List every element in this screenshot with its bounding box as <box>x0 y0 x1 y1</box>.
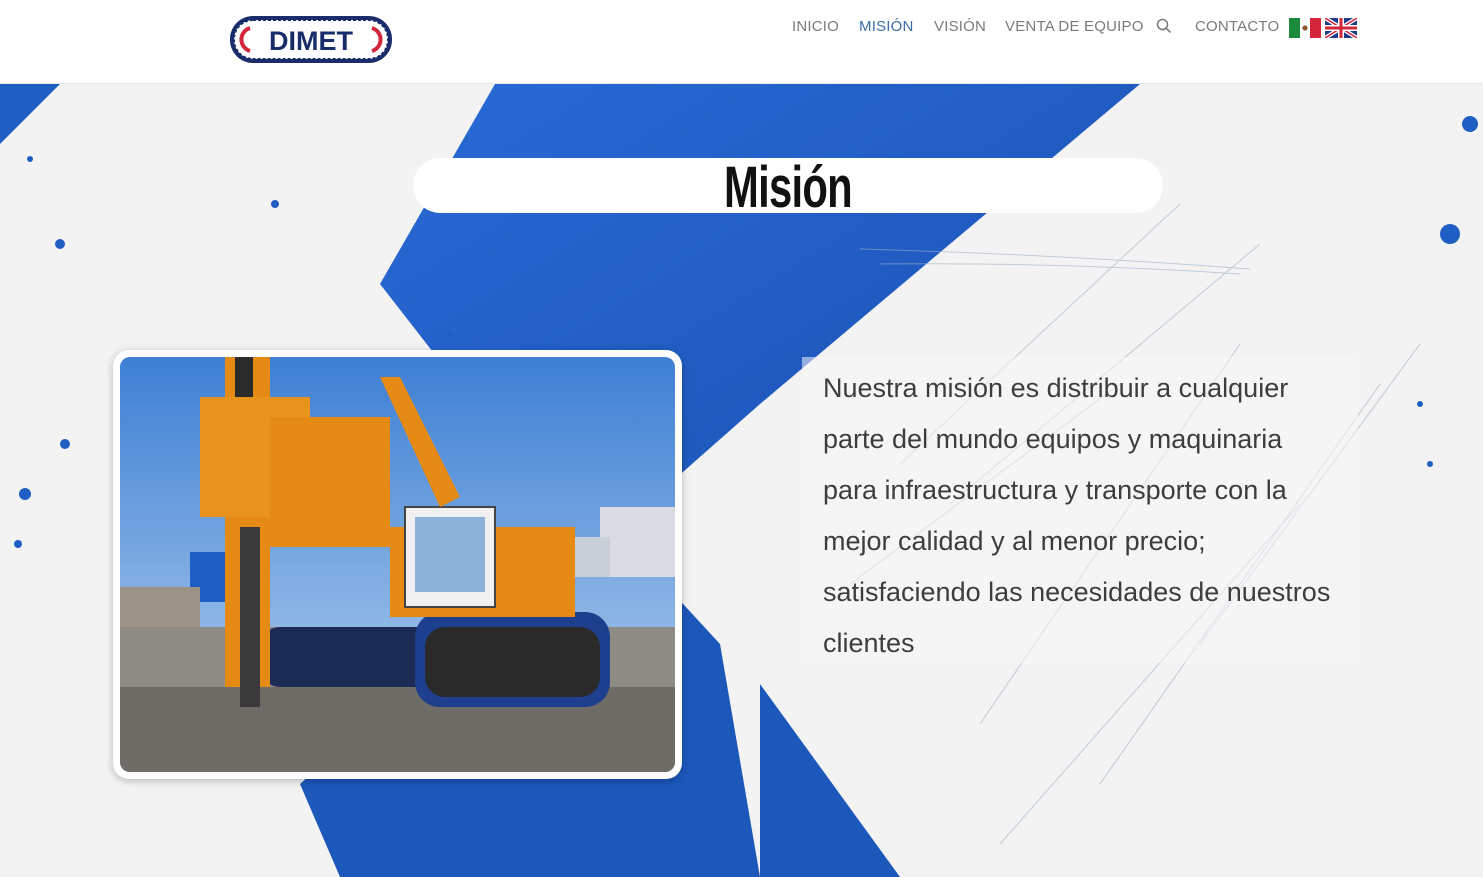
drilling-rig-photo <box>120 357 675 772</box>
mission-text-box: Nuestra misión es distribuir a cualquier… <box>802 357 1358 663</box>
dimet-logo[interactable]: DIMET <box>228 14 394 65</box>
uk-flag-icon[interactable] <box>1325 18 1357 38</box>
nav-vision[interactable]: VISIÓN <box>934 18 986 36</box>
nav-mision[interactable]: MISIÓN <box>859 18 914 36</box>
nav-contacto[interactable]: CONTACTO <box>1195 18 1279 36</box>
mexico-flag-icon[interactable] <box>1289 18 1321 38</box>
search-icon[interactable] <box>1156 18 1172 34</box>
page-title: Misión <box>724 155 853 220</box>
site-header: DIMET INICIO MISIÓN VISIÓN VENTA DE EQUI… <box>0 0 1483 84</box>
nav-inicio[interactable]: INICIO <box>792 18 839 36</box>
nav-venta-de-equipo[interactable]: VENTA DE EQUIPO <box>1005 18 1144 36</box>
mission-text: Nuestra misión es distribuir a cualquier… <box>823 373 1331 658</box>
logo-text: DIMET <box>269 26 354 56</box>
equipment-photo-card <box>113 350 682 779</box>
